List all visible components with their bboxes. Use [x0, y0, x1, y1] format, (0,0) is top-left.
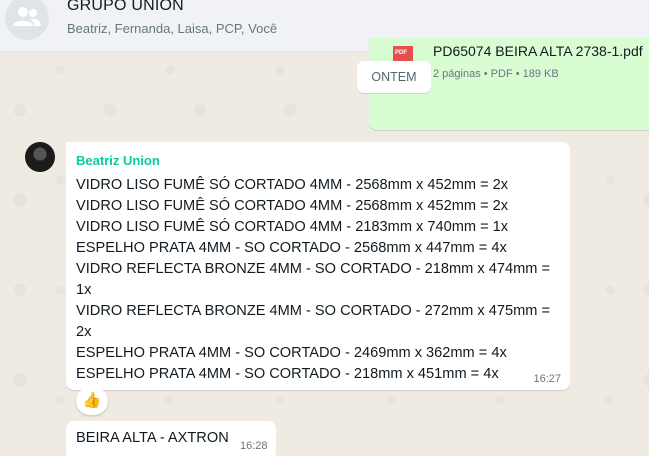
message-line: ESPELHO PRATA 4MM - SO CORTADO - 2469mm … — [76, 345, 507, 361]
message-line: VIDRO REFLECTA BRONZE 4MM - SO CORTADO -… — [76, 261, 550, 277]
message-line: VIDRO LISO FUMÊ SÓ CORTADO 4MM - 2568mm … — [76, 177, 509, 193]
file-meta: 2 páginas • PDF • 189 KB — [433, 68, 559, 80]
pdf-icon: PDF — [393, 46, 413, 62]
message-line: VIDRO LISO FUMÊ SÓ CORTADO 4MM - 2568mm … — [76, 198, 509, 214]
incoming-message-2[interactable]: BEIRA ALTA - AXTRON 16:28 — [66, 421, 276, 456]
group-members[interactable]: Beatriz, Fernanda, Laisa, PCP, Você — [67, 21, 277, 36]
message-text: BEIRA ALTA - AXTRON — [76, 430, 229, 446]
group-avatar[interactable] — [5, 0, 49, 40]
sender-name[interactable]: Beatriz Union — [76, 153, 160, 168]
message-line: 2x — [76, 324, 92, 340]
thumbs-up-reaction[interactable]: 👍 — [76, 387, 108, 415]
message-line: VIDRO LISO FUMÊ SÓ CORTADO 4MM - 2183mm … — [76, 219, 509, 235]
message-line: VIDRO REFLECTA BRONZE 4MM - SO CORTADO -… — [76, 303, 550, 319]
file-name[interactable]: PD65074 BEIRA ALTA 2738-1.pdf — [433, 43, 643, 59]
message-time: 16:27 — [533, 373, 561, 385]
message-line: ESPELHO PRATA 4MM - SO CORTADO - 2568mm … — [76, 240, 507, 256]
group-name[interactable]: GRUPO UNION — [67, 0, 184, 15]
incoming-message[interactable]: Beatriz Union VIDRO LISO FUMÊ SÓ CORTADO… — [66, 142, 570, 390]
date-divider: ONTEM — [357, 61, 431, 93]
group-icon — [13, 7, 41, 26]
message-time: 16:28 — [240, 440, 268, 452]
message-line: 1x — [76, 282, 92, 298]
sender-avatar[interactable] — [25, 142, 55, 172]
message-line: ESPELHO PRATA 4MM - SO CORTADO - 218mm x… — [76, 366, 499, 382]
message-text: VIDRO LISO FUMÊ SÓ CORTADO 4MM - 2568mm … — [76, 175, 564, 385]
